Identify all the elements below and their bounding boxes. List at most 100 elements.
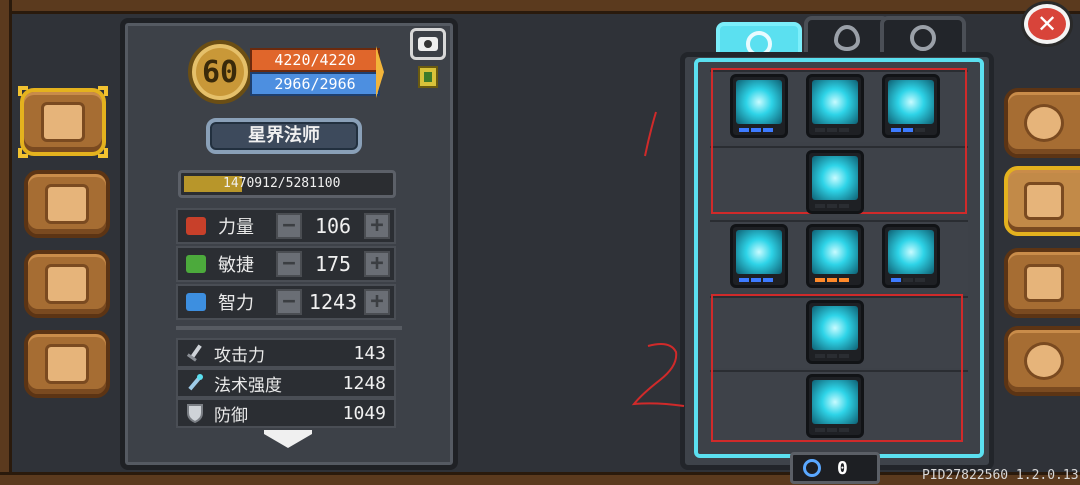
attribute-value: 175 [314, 252, 352, 276]
skill-slot[interactable] [730, 224, 788, 288]
build-id-text: PID27822560 1.2.0.13 [922, 468, 1079, 483]
skill-level-pip [763, 278, 773, 282]
eye-icon [834, 25, 860, 51]
attribute-row-intelligence: 智力 − 1243 + [176, 284, 396, 320]
mana-circuit-icon [736, 80, 782, 124]
attribute-value: 1243 [308, 290, 358, 314]
wheel-icon [45, 344, 89, 384]
book-small-icon [186, 293, 206, 311]
sword-icon [184, 343, 206, 363]
skill-slot[interactable] [806, 300, 864, 364]
decrease-strength-button[interactable]: − [276, 213, 302, 239]
arcane-burst-icon [812, 230, 858, 274]
shard-icon [812, 80, 858, 124]
increase-intelligence-button[interactable]: + [364, 289, 390, 315]
feather-icon [186, 255, 206, 273]
xp-bar: 1470912/5281100 [178, 170, 396, 198]
blizzard-icon [812, 380, 858, 424]
bookmark-icon[interactable] [418, 66, 438, 88]
stat-row-spell-power: 法术强度 1248 [176, 368, 396, 398]
stat-name: 法术强度 [214, 375, 282, 396]
skill-level-pips [815, 354, 849, 358]
skill-level-pip [827, 278, 837, 282]
skill-level-pip [891, 128, 901, 132]
scroll-icon [45, 184, 89, 224]
sidebar-book-button[interactable] [18, 86, 108, 158]
top-frame [0, 0, 1080, 14]
sidebar-sparkle-button[interactable] [1004, 248, 1080, 318]
skill-level-pip [739, 128, 749, 132]
attribute-name: 敏捷 [218, 255, 254, 276]
skill-level-pips [815, 204, 849, 208]
annotation-number-2 [631, 343, 685, 407]
skill-level-pip [815, 428, 825, 432]
skill-level-pip [815, 354, 825, 358]
skill-level-pip [915, 128, 925, 132]
close-icon: ✕ [1036, 10, 1058, 38]
close-button[interactable]: ✕ [1024, 4, 1070, 44]
skill-slot[interactable] [730, 74, 788, 138]
nova-icon [812, 306, 858, 350]
skill-level-pips [891, 278, 925, 282]
mp-bar: 2966/2966 [250, 72, 380, 96]
heal-cross-icon [888, 80, 934, 124]
gear-icon [1024, 342, 1064, 380]
skill-level-pip [739, 278, 749, 282]
attribute-value: 106 [314, 214, 352, 238]
class-name-plate: 星界法师 [206, 118, 362, 154]
chevron-down-icon[interactable] [264, 434, 312, 448]
skill-level-pip [903, 128, 913, 132]
skill-slot[interactable] [806, 74, 864, 138]
skill-level-pips [739, 128, 773, 132]
skill-slot[interactable] [882, 74, 940, 138]
book-icon [41, 102, 85, 142]
frost-dragon-icon [736, 230, 782, 274]
skill-slot[interactable] [806, 150, 864, 214]
stat-value: 1049 [342, 402, 386, 424]
sidebar-scroll-button[interactable] [24, 170, 110, 238]
skill-level-pip [839, 204, 849, 208]
skill-level-pip [815, 128, 825, 132]
skill-slot[interactable] [806, 374, 864, 438]
crossed-swords-icon [1024, 182, 1064, 220]
skill-level-pip [827, 128, 837, 132]
skill-level-pip [815, 278, 825, 282]
shield-stat-icon [184, 403, 206, 424]
stat-name: 攻击力 [214, 345, 265, 366]
stat-row-attack: 攻击力 143 [176, 338, 396, 368]
skill-point-icon [803, 459, 821, 477]
attribute-row-strength: 力量 − 106 + [176, 208, 396, 244]
camera-icon [418, 37, 438, 51]
divider [176, 326, 402, 330]
attribute-name: 智力 [218, 293, 254, 314]
lightning-storm-icon [812, 156, 858, 200]
skill-level-pip [839, 428, 849, 432]
fist-icon [186, 217, 206, 235]
sidebar-helmet-button[interactable] [1004, 88, 1080, 158]
sidebar-pets-button[interactable] [24, 250, 110, 318]
skill-level-pips [739, 278, 773, 282]
skill-level-pips [815, 278, 849, 282]
decrease-intelligence-button[interactable]: − [276, 289, 302, 315]
helmet-icon [1024, 104, 1064, 142]
increase-strength-button[interactable]: + [364, 213, 390, 239]
skill-slot[interactable] [882, 224, 940, 288]
skill-level-pip [815, 204, 825, 208]
decrease-agility-button[interactable]: − [276, 251, 302, 277]
bottom-frame [0, 472, 1080, 485]
sidebar-steering-button[interactable] [24, 330, 110, 398]
vortex-icon [910, 25, 936, 51]
skill-slot[interactable] [806, 224, 864, 288]
skill-level-pip [751, 128, 761, 132]
sidebar-skills-button[interactable] [1004, 166, 1080, 236]
sidebar-settings-button[interactable] [1004, 326, 1080, 396]
skill-level-pip [839, 128, 849, 132]
camera-button[interactable] [410, 28, 446, 60]
wand-icon [184, 373, 206, 393]
skill-level-pip [827, 354, 837, 358]
skill-level-pips [815, 428, 849, 432]
skill-level-pip [751, 278, 761, 282]
attribute-row-agility: 敏捷 − 175 + [176, 246, 396, 282]
increase-agility-button[interactable]: + [364, 251, 390, 277]
level-badge: 60 [188, 40, 252, 104]
